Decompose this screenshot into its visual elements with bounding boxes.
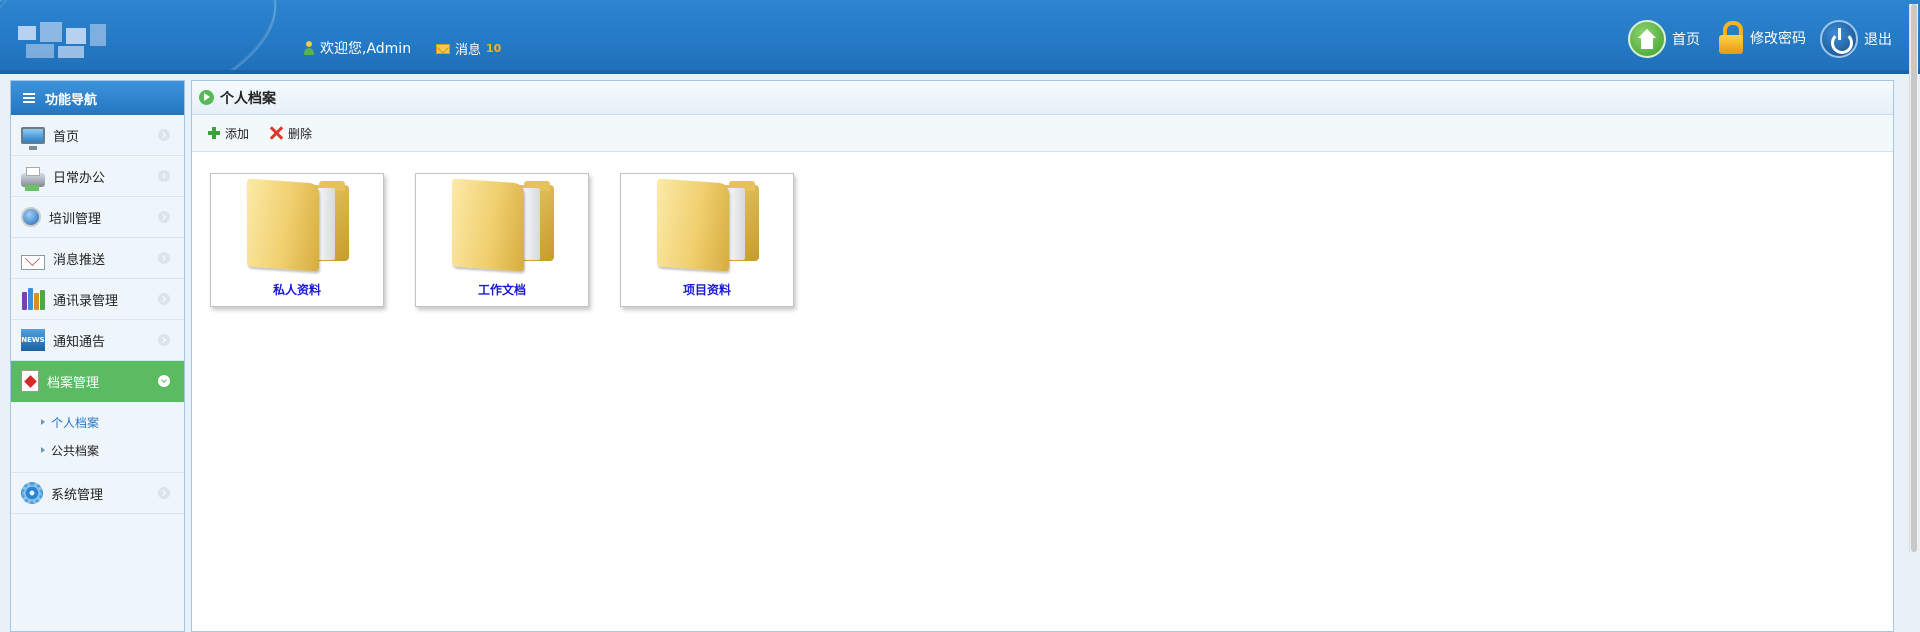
sidebar-item-archives[interactable]: 档案管理 [11,361,184,402]
add-label: 添加 [225,126,250,141]
sidebar-item-label: 首页 [53,129,80,145]
lock-icon [1718,20,1744,56]
sidebar-item-notices[interactable]: NEWS 通知通告 [11,320,184,361]
chevron-right-icon [158,211,170,223]
pdf-icon [21,370,39,392]
chevron-right-icon [158,129,170,141]
toolbar: 添加 删除 [192,115,1893,152]
triangle-right-icon [41,419,45,425]
folder-label: 项目资料 [682,283,731,297]
delete-icon [269,126,283,140]
play-icon [199,90,214,105]
messages-link[interactable]: 消息 10 [436,39,501,58]
add-button[interactable]: 添加 [208,125,249,142]
sidebar-item-label: 通知通告 [53,334,106,350]
sidebar-item-daily-office[interactable]: 日常办公 [11,156,184,197]
sidebar-item-label: 档案管理 [47,375,100,391]
sidebar-item-label: 消息推送 [53,252,106,268]
folder-item[interactable]: 项目资料 [620,173,794,307]
home-button[interactable]: 首页 [1628,20,1700,58]
main-panel: 个人档案 添加 删除 私人资料 工作文档 项目资料 [191,80,1894,632]
folder-icon [247,178,351,273]
chevron-right-icon [158,293,170,305]
folder-item[interactable]: 私人资料 [210,173,384,307]
submenu-item-label: 公共档案 [51,443,100,458]
top-header: 欢迎您,Admin 消息 10 首页 修改密码 退出 [0,0,1920,74]
submenu-item-label: 个人档案 [51,415,100,430]
logout-label: 退出 [1864,32,1892,48]
panel-header: 个人档案 [192,81,1893,115]
message-count-badge: 10 [486,42,502,55]
mail-icon [21,254,45,270]
sidebar-item-label: 系统管理 [51,487,104,503]
messages-label: 消息 [455,43,482,58]
folder-icon [657,178,761,273]
sidebar-item-label: 通讯录管理 [53,293,119,309]
sidebar-title: 功能导航 [11,81,184,115]
globe-icon [21,207,41,227]
folder-item[interactable]: 工作文档 [415,173,589,307]
submenu-item-public-archives[interactable]: 公共档案 [11,436,184,464]
list-icon [23,92,35,104]
delete-button[interactable]: 删除 [269,125,312,142]
vertical-scrollbar[interactable] [1909,4,1918,552]
archives-submenu: 个人档案 公共档案 [11,402,184,473]
news-icon: NEWS [21,329,45,351]
folder-grid: 私人资料 工作文档 项目资料 [210,173,794,307]
sidebar-item-contacts[interactable]: 通讯录管理 [11,279,184,320]
scrollbar-thumb[interactable] [1911,4,1917,552]
gear-icon [21,482,43,504]
submenu-item-personal-archives[interactable]: 个人档案 [11,408,184,436]
books-icon [21,288,45,310]
chevron-right-icon [158,252,170,264]
change-password-button[interactable]: 修改密码 [1718,20,1806,56]
sidebar-item-label: 培训管理 [49,211,102,227]
power-icon [1820,20,1858,58]
envelope-icon [436,43,450,54]
delete-label: 删除 [288,126,313,141]
logo [14,22,108,60]
chevron-down-icon [158,375,170,387]
home-icon [1628,20,1666,58]
sidebar-title-text: 功能导航 [45,92,98,108]
folder-label: 工作文档 [477,283,526,297]
page-title: 个人档案 [220,90,276,107]
monitor-icon [21,126,45,150]
welcome-message: 欢迎您,Admin [303,38,411,58]
triangle-right-icon [41,447,45,453]
sidebar-item-label: 日常办公 [53,170,106,186]
logout-button[interactable]: 退出 [1820,20,1892,58]
chevron-right-icon [158,487,170,499]
change-password-label: 修改密码 [1750,31,1806,47]
printer-icon [21,167,45,191]
folder-label: 私人资料 [272,283,321,297]
sidebar: 功能导航 首页 日常办公 培训管理 消息推送 通讯录管理 NEWS 通知通告 档… [10,80,185,632]
sidebar-item-training[interactable]: 培训管理 [11,197,184,238]
plus-icon [208,127,220,139]
sidebar-item-message-push[interactable]: 消息推送 [11,238,184,279]
chevron-right-icon [158,334,170,346]
user-icon [303,41,315,55]
folder-icon [452,178,556,273]
sidebar-item-home[interactable]: 首页 [11,115,184,156]
home-label: 首页 [1672,32,1700,48]
welcome-text: 欢迎您,Admin [320,41,412,57]
chevron-right-icon [158,170,170,182]
sidebar-item-system[interactable]: 系统管理 [11,473,184,514]
